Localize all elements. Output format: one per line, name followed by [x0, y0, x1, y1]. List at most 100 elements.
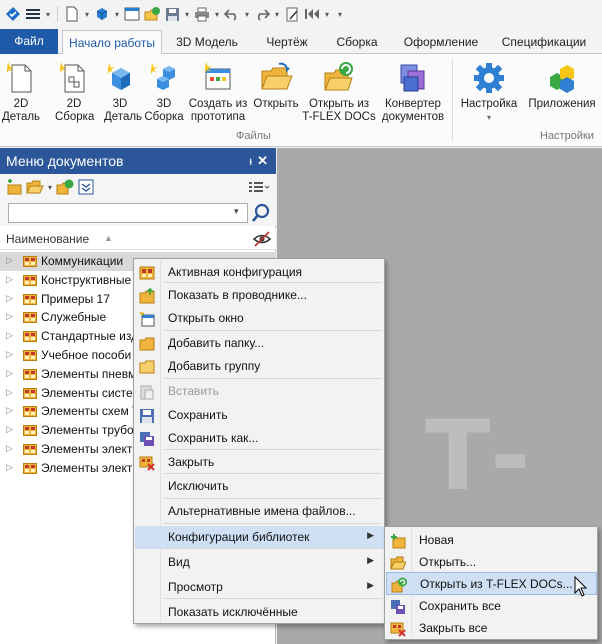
undo-icon[interactable]: [223, 5, 241, 23]
menu-item-show-in-explorer[interactable]: Показать в проводнике...: [135, 284, 384, 307]
open-from-tflex-docs-button[interactable]: Открыть из T-FLEX DOCs: [302, 58, 376, 130]
3d-part-button[interactable]: 3D Деталь: [104, 58, 143, 130]
print-icon[interactable]: [193, 5, 211, 23]
expand-down-icon[interactable]: [78, 179, 94, 195]
tree-item-label: Элементы систе: [41, 385, 133, 400]
redo-icon[interactable]: [253, 5, 271, 23]
tab-getting-started[interactable]: Начало работы: [62, 30, 162, 55]
3d-assembly-button[interactable]: 3D Сборка: [142, 58, 186, 130]
ribbon-button-label: Приложения: [528, 98, 596, 110]
save-icon[interactable]: [163, 5, 181, 23]
customize-dropdown-icon[interactable]: ▾: [333, 5, 347, 23]
column-header[interactable]: Наименование ▲: [0, 228, 276, 250]
tab-specifications[interactable]: Спецификации: [492, 30, 596, 54]
expand-arrow-icon[interactable]: ▷: [6, 405, 13, 416]
close-icon[interactable]: ✕: [257, 148, 268, 174]
menu-item-label: Сохранить: [168, 408, 228, 422]
expand-arrow-icon[interactable]: ▷: [6, 330, 13, 341]
document-converter-button[interactable]: Конвертер документов: [380, 58, 446, 130]
submenu-item-open-from-tflex-docs[interactable]: Открыть из T-FLEX DOCs...: [386, 572, 597, 595]
tab-design[interactable]: Оформление: [394, 30, 488, 54]
expand-arrow-icon[interactable]: ▷: [6, 387, 13, 398]
menu-item-save-as[interactable]: Сохранить как...: [135, 427, 384, 450]
expand-arrow-icon[interactable]: ▷: [6, 424, 13, 435]
search-icon[interactable]: [251, 202, 271, 224]
2d-part-icon: [7, 62, 32, 93]
open-from-tflex-icon[interactable]: [143, 5, 161, 23]
tree-item-label: Коммуникации: [41, 254, 124, 268]
menu-separator: [164, 449, 382, 450]
2d-part-button[interactable]: 2D Деталь: [2, 58, 40, 130]
window-icon[interactable]: [123, 5, 141, 23]
chevron-down-icon[interactable]: ▾: [323, 5, 331, 23]
menu-item-exclude[interactable]: Исключить: [135, 475, 384, 498]
chevron-down-icon[interactable]: ▾: [48, 183, 52, 192]
chevron-down-icon[interactable]: ▾: [234, 206, 239, 217]
edit-icon[interactable]: [283, 5, 301, 23]
hamburger-menu-icon[interactable]: [24, 5, 42, 23]
expand-arrow-icon[interactable]: ▷: [6, 462, 13, 473]
menu-item-close[interactable]: Закрыть: [135, 451, 384, 474]
chevron-down-icon[interactable]: ▾: [273, 5, 281, 23]
search-input[interactable]: [8, 203, 248, 223]
rewind-icon[interactable]: [303, 5, 321, 23]
applications-button[interactable]: Приложения: [526, 58, 598, 130]
2d-assembly-button[interactable]: 2D Сборка: [55, 58, 94, 130]
submenu-item-close-all[interactable]: Закрыть все: [386, 617, 597, 640]
menu-item-add-folder[interactable]: Добавить папку...: [135, 332, 384, 355]
settings-button[interactable]: Настройка ▾: [457, 58, 521, 130]
menu-item-label: Исключить: [168, 479, 229, 493]
menu-item-show-excluded[interactable]: Показать исключённые: [135, 601, 384, 624]
app-logo-icon[interactable]: [4, 5, 22, 23]
menu-separator: [164, 282, 382, 283]
pin-icon[interactable]: ᵻ: [249, 148, 252, 174]
add-config-icon[interactable]: [4, 179, 22, 195]
expand-arrow-icon[interactable]: ▷: [6, 311, 13, 322]
ribbon-button-label: 3D Деталь: [104, 98, 143, 123]
chevron-down-icon[interactable]: ▾: [183, 5, 191, 23]
menu-item-library-configurations[interactable]: Конфигурации библиотек ▶: [135, 526, 384, 549]
chevron-down-icon[interactable]: ▾: [113, 5, 121, 23]
menu-separator: [164, 523, 382, 524]
menu-item-open-window[interactable]: Открыть окно: [135, 307, 384, 330]
chevron-down-icon[interactable]: ▾: [243, 5, 251, 23]
menu-item-preview[interactable]: Просмотр ▶: [135, 576, 384, 599]
new-3d-icon[interactable]: [93, 5, 111, 23]
open-button[interactable]: Открыть: [252, 58, 300, 130]
expand-arrow-icon[interactable]: ▷: [6, 255, 13, 266]
menu-item-view[interactable]: Вид ▶: [135, 551, 384, 574]
chevron-down-icon[interactable]: ▾: [44, 5, 52, 23]
menu-item-save[interactable]: Сохранить: [135, 404, 384, 427]
menu-item-alternative-file-names[interactable]: Альтернативные имена файлов...: [135, 500, 384, 523]
open-folder-icon[interactable]: [26, 179, 44, 195]
paste-icon: [139, 384, 155, 400]
list-view-icon[interactable]: [248, 179, 270, 195]
submenu-item-new[interactable]: Новая: [386, 529, 597, 552]
new-document-icon[interactable]: [63, 5, 81, 23]
close-all-icon: [390, 621, 406, 637]
chevron-down-icon[interactable]: ▾: [83, 5, 91, 23]
expand-arrow-icon[interactable]: ▷: [6, 368, 13, 379]
open-from-tflex-docs-icon[interactable]: [56, 179, 74, 195]
ribbon-button-label: Конвертер документов: [381, 98, 445, 123]
tab-assembly[interactable]: Сборка: [326, 30, 388, 54]
hidden-eye-icon[interactable]: [252, 230, 272, 248]
open-config-icon: [390, 555, 407, 571]
expand-arrow-icon[interactable]: ▷: [6, 293, 13, 304]
menu-item-active-configuration[interactable]: Активная конфигурация: [135, 261, 384, 284]
tab-file[interactable]: Файл: [0, 29, 58, 54]
submenu-item-save-all[interactable]: Сохранить все: [386, 595, 597, 618]
expand-arrow-icon[interactable]: ▷: [6, 443, 13, 454]
ribbon-button-label: Создать из прототипа: [188, 98, 248, 123]
tree-item-label: Элементы пневм: [41, 366, 137, 381]
create-from-prototype-button[interactable]: Создать из прототипа: [187, 58, 249, 130]
submenu-item-open[interactable]: Открыть...: [386, 551, 597, 574]
menu-item-add-group[interactable]: Добавить группу: [135, 355, 384, 378]
expand-arrow-icon[interactable]: ▷: [6, 274, 13, 285]
context-menu: Активная конфигурация Показать в проводни…: [133, 258, 385, 624]
expand-arrow-icon[interactable]: ▷: [6, 349, 13, 360]
menu-item-label: Новая: [419, 533, 454, 547]
tab-3d-model[interactable]: 3D Модель: [166, 30, 248, 54]
chevron-down-icon[interactable]: ▾: [213, 5, 221, 23]
tab-drawing[interactable]: Чертёж: [254, 30, 320, 54]
